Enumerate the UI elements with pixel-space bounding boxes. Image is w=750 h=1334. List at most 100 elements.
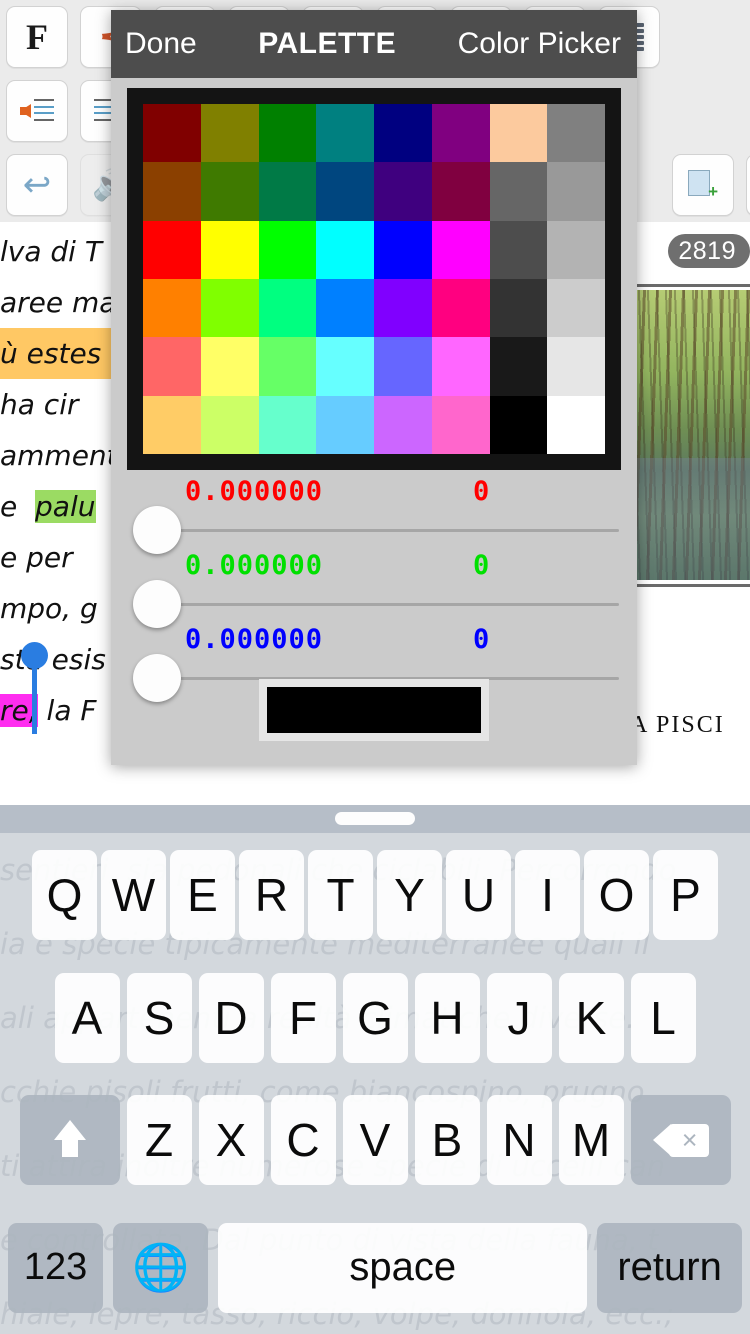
- palette-swatch-r3-c2[interactable]: [200, 220, 259, 279]
- key-k[interactable]: K: [558, 973, 624, 1063]
- palette-swatch-r3-c6[interactable]: [431, 220, 490, 279]
- font-button[interactable]: F: [0, 0, 74, 74]
- palette-swatch-r6-c2[interactable]: [200, 395, 259, 454]
- key-m[interactable]: M: [558, 1095, 624, 1185]
- key-c[interactable]: C: [270, 1095, 336, 1185]
- palette-swatch-r2-c7[interactable]: [489, 162, 548, 221]
- red-slider[interactable]: 0.000000 0: [133, 476, 619, 554]
- key-b[interactable]: B: [414, 1095, 480, 1185]
- palette-swatch-r3-c8[interactable]: [547, 220, 605, 279]
- green-slider-thumb[interactable]: [133, 580, 181, 628]
- help-button[interactable]: ?: [740, 148, 750, 222]
- palette-swatch-r2-c6[interactable]: [431, 162, 490, 221]
- color-picker-tab[interactable]: Color Picker: [458, 27, 621, 61]
- key-g[interactable]: G: [342, 973, 408, 1063]
- palette-swatch-r6-c7[interactable]: [489, 395, 548, 454]
- key-x[interactable]: X: [198, 1095, 264, 1185]
- palette-swatch-r4-c6[interactable]: [431, 278, 490, 338]
- key-r[interactable]: R: [239, 850, 304, 940]
- key-s[interactable]: S: [126, 973, 192, 1063]
- key-n[interactable]: N: [486, 1095, 552, 1185]
- inline-photo[interactable]: [630, 290, 750, 580]
- key-j[interactable]: J: [486, 973, 552, 1063]
- palette-swatch-r6-c3[interactable]: [258, 395, 317, 454]
- palette-swatch-r3-c5[interactable]: [374, 220, 432, 279]
- return-key[interactable]: return: [597, 1222, 742, 1313]
- palette-swatch-r1-c7[interactable]: [489, 104, 548, 163]
- key-l[interactable]: L: [630, 973, 696, 1063]
- palette-swatch-r6-c1[interactable]: [143, 395, 201, 454]
- palette-swatch-r3-c4[interactable]: [316, 220, 374, 279]
- palette-swatch-r6-c4[interactable]: [316, 395, 374, 454]
- key-z[interactable]: Z: [126, 1095, 192, 1185]
- keyboard-drag-handle[interactable]: [0, 805, 750, 833]
- palette-swatch-r4-c1[interactable]: [143, 278, 201, 338]
- palette-swatch-r1-c5[interactable]: [374, 104, 432, 163]
- palette-swatch-r3-c7[interactable]: [489, 220, 548, 279]
- space-key[interactable]: space: [218, 1222, 588, 1313]
- palette-swatch-r4-c8[interactable]: [547, 278, 605, 338]
- palette-swatch-r5-c7[interactable]: [489, 337, 548, 396]
- key-e[interactable]: E: [170, 850, 235, 940]
- outdent-button[interactable]: [0, 74, 74, 148]
- palette-swatch-r1-c6[interactable]: [431, 104, 490, 163]
- key-q[interactable]: Q: [32, 850, 97, 940]
- globe-key[interactable]: 🌐: [113, 1222, 209, 1313]
- palette-swatch-r5-c3[interactable]: [258, 337, 317, 396]
- palette-swatch-r4-c2[interactable]: [200, 278, 259, 338]
- red-slider-track[interactable]: [167, 529, 619, 532]
- palette-swatch-r6-c8[interactable]: [547, 395, 605, 454]
- palette-swatch-r5-c2[interactable]: [200, 337, 259, 396]
- green-slider[interactable]: 0.000000 0: [133, 550, 619, 628]
- key-v[interactable]: V: [342, 1095, 408, 1185]
- key-i[interactable]: I: [515, 850, 580, 940]
- done-button[interactable]: Done: [125, 27, 197, 61]
- palette-swatch-r5-c5[interactable]: [374, 337, 432, 396]
- palette-swatch-r6-c5[interactable]: [374, 395, 432, 454]
- key-h[interactable]: H: [414, 973, 480, 1063]
- key-t[interactable]: T: [308, 850, 373, 940]
- palette-swatch-r3-c3[interactable]: [258, 220, 317, 279]
- key-w[interactable]: W: [101, 850, 166, 940]
- key-u[interactable]: U: [446, 850, 511, 940]
- key-a[interactable]: A: [54, 973, 120, 1063]
- palette-swatch-r2-c8[interactable]: [547, 162, 605, 221]
- blue-float-value: 0.000000: [185, 624, 324, 655]
- key-d[interactable]: D: [198, 973, 264, 1063]
- palette-swatch-r2-c3[interactable]: [258, 162, 317, 221]
- green-int-value: 0: [473, 550, 490, 581]
- save-image-button[interactable]: +: [666, 148, 740, 222]
- palette-swatch-r2-c5[interactable]: [374, 162, 432, 221]
- palette-swatch-r2-c2[interactable]: [200, 162, 259, 221]
- key-y[interactable]: Y: [377, 850, 442, 940]
- palette-swatch-r1-c8[interactable]: [547, 104, 605, 163]
- green-slider-track[interactable]: [167, 603, 619, 606]
- palette-swatch-r1-c1[interactable]: [143, 104, 201, 163]
- palette-swatch-r4-c3[interactable]: [258, 278, 317, 338]
- palette-swatch-r1-c2[interactable]: [200, 104, 259, 163]
- undo-button[interactable]: ↩: [0, 148, 74, 222]
- palette-swatch-r5-c6[interactable]: [431, 337, 490, 396]
- key-p[interactable]: P: [653, 850, 718, 940]
- key-f[interactable]: F: [270, 973, 336, 1063]
- palette-swatch-r6-c6[interactable]: [431, 395, 490, 454]
- palette-swatch-r4-c7[interactable]: [489, 278, 548, 338]
- palette-swatch-r5-c4[interactable]: [316, 337, 374, 396]
- palette-swatch-r5-c8[interactable]: [547, 337, 605, 396]
- palette-swatch-r5-c1[interactable]: [143, 337, 201, 396]
- palette-grid[interactable]: [143, 104, 605, 454]
- modal-title-bar: Done PALETTE Color Picker: [111, 10, 637, 78]
- red-slider-thumb[interactable]: [133, 506, 181, 554]
- palette-swatch-r2-c4[interactable]: [316, 162, 374, 221]
- delete-key[interactable]: ×: [630, 1095, 731, 1185]
- palette-swatch-r1-c3[interactable]: [258, 104, 317, 163]
- shift-key[interactable]: [19, 1095, 120, 1185]
- palette-swatch-r4-c5[interactable]: [374, 278, 432, 338]
- palette-swatch-r1-c4[interactable]: [316, 104, 374, 163]
- palette-swatch-r2-c1[interactable]: [143, 162, 201, 221]
- palette-swatch-r3-c1[interactable]: [143, 220, 201, 279]
- palette-swatch-r4-c4[interactable]: [316, 278, 374, 338]
- key-o[interactable]: O: [584, 850, 649, 940]
- numbers-key[interactable]: 123: [8, 1222, 104, 1313]
- text-selection-handle[interactable]: [21, 642, 48, 734]
